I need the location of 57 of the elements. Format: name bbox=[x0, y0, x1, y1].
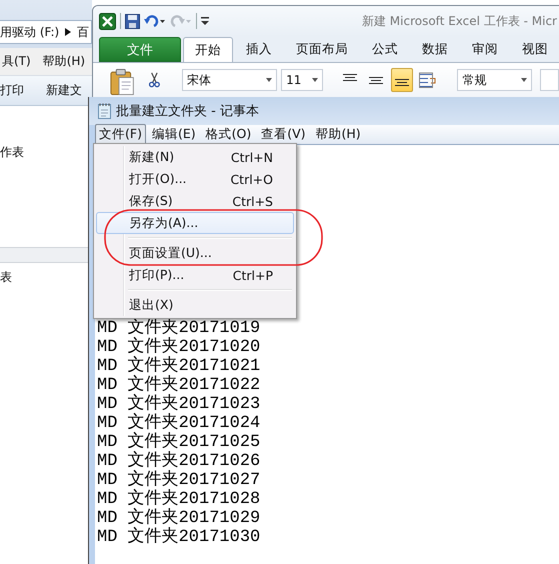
arrow-icon bbox=[65, 28, 72, 36]
wrap-text-icon bbox=[419, 72, 438, 88]
toolbar-button[interactable]: 新建文 bbox=[46, 82, 82, 99]
text-line: MD 文件夹20171022 bbox=[97, 376, 262, 395]
window-title: 新建 Microsoft Excel 工作表 - Micr bbox=[362, 12, 557, 30]
ribbon-tab[interactable]: 开始 bbox=[183, 37, 233, 62]
file-item[interactable]: 表 bbox=[0, 269, 92, 286]
menu-item[interactable]: 保存(S) Ctrl+S bbox=[96, 190, 294, 212]
text-line: MD 文件夹20171019 bbox=[97, 319, 262, 338]
undo-icon[interactable] bbox=[144, 14, 166, 28]
menu-item[interactable]: 打印(P)... Ctrl+P bbox=[96, 264, 294, 286]
font-size-dropdown[interactable]: 11 bbox=[281, 69, 324, 91]
save-icon[interactable] bbox=[125, 14, 140, 28]
ribbon-tab[interactable]: 插入 bbox=[235, 37, 283, 62]
text-line: MD 文件夹20171020 bbox=[97, 338, 262, 357]
ribbon-tab[interactable]: 审阅 bbox=[461, 37, 509, 62]
menu-item[interactable]: 编辑(E) bbox=[148, 124, 200, 145]
ribbon-tab[interactable]: 公式 bbox=[361, 37, 409, 62]
notepad-icon bbox=[98, 103, 111, 119]
dropdown-field[interactable] bbox=[540, 69, 559, 91]
text-line: MD 文件夹20171028 bbox=[97, 490, 262, 509]
align-button[interactable] bbox=[391, 68, 414, 92]
text-line: MD 文件夹20171024 bbox=[97, 414, 262, 433]
number-format-dropdown[interactable]: 常规 bbox=[457, 69, 532, 91]
customize-icon[interactable] bbox=[201, 16, 209, 26]
text-line: MD 文件夹20171029 bbox=[97, 509, 262, 528]
menu-item[interactable]: 新建(N) Ctrl+N bbox=[96, 146, 294, 168]
menu-item[interactable]: 退出(X) bbox=[96, 294, 294, 316]
address-text: 用驱动 (F:) bbox=[0, 24, 60, 40]
menu-item[interactable]: 格式(O) bbox=[202, 124, 256, 145]
menu-item[interactable]: 具(T) bbox=[0, 53, 33, 70]
spreadsheet-icon[interactable] bbox=[99, 12, 116, 30]
menu-item[interactable]: 帮助(H) bbox=[312, 124, 365, 145]
text-line: MD 文件夹20171027 bbox=[97, 471, 262, 490]
scissors-icon[interactable] bbox=[149, 72, 160, 88]
menu-item[interactable]: 打开(O)... Ctrl+O bbox=[96, 168, 294, 190]
text-line: MD 文件夹20171023 bbox=[97, 395, 262, 414]
window-title: 批量建立文件夹 - 记事本 bbox=[116, 103, 259, 120]
text-line: MD 文件夹20171025 bbox=[97, 433, 262, 452]
address-text: 百 bbox=[77, 24, 90, 40]
font-dropdown[interactable]: 宋体 bbox=[182, 69, 278, 91]
ribbon-tab[interactable]: 视图 bbox=[511, 37, 559, 62]
toolbar-button[interactable]: 打印 bbox=[0, 82, 24, 99]
menu-item[interactable]: 文件(F) bbox=[95, 124, 146, 145]
text-line: MD 文件夹20171030 bbox=[97, 528, 262, 547]
menu-item[interactable]: 页面设置(U)... bbox=[96, 242, 294, 264]
menu-item[interactable]: 另存为(A)... bbox=[96, 212, 294, 234]
paste-icon[interactable] bbox=[110, 67, 136, 97]
text-line: MD 文件夹20171026 bbox=[97, 452, 262, 471]
file-item[interactable]: 作表 bbox=[0, 144, 92, 161]
file-tab[interactable]: 文件 bbox=[99, 37, 181, 62]
ribbon-tab[interactable]: 数据 bbox=[411, 37, 459, 62]
text-line: MD 文件夹20171021 bbox=[97, 357, 262, 376]
ribbon-tab[interactable]: 页面布局 bbox=[285, 37, 359, 62]
address-bar[interactable]: 用驱动 (F:) 百 bbox=[0, 20, 92, 44]
menu-item[interactable]: 查看(V) bbox=[257, 124, 310, 145]
menu-item[interactable]: 帮助(H) bbox=[40, 53, 88, 70]
